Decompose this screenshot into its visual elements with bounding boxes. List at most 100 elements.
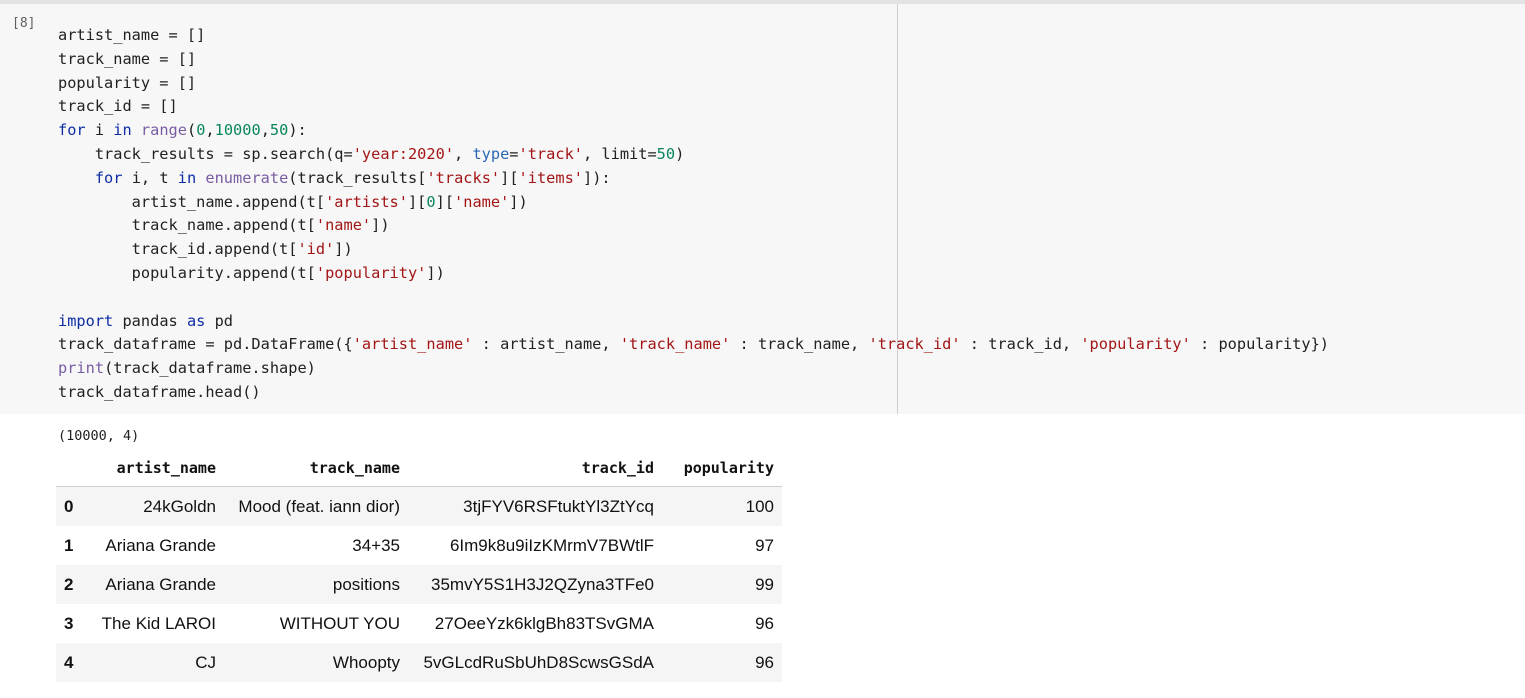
code-token: artist_name = [] xyxy=(58,26,206,44)
keyword-token: import xyxy=(58,311,114,330)
code-token: ) xyxy=(675,144,685,163)
code-token: track_dataframe = pd.DataFrame({ xyxy=(58,335,353,354)
code-token: ]) xyxy=(334,240,353,259)
code-line: track_name.append(t['name']) xyxy=(58,214,1329,238)
string-token: 'track_id' xyxy=(868,335,961,354)
table-row: 4 CJ Whoopty 5vGLcdRuSbUhD8ScwsGSdA 96 xyxy=(56,643,782,682)
cell-artist-name: Ariana Grande xyxy=(105,535,216,555)
keyword-token: for xyxy=(58,121,86,140)
code-line: popularity = [] xyxy=(58,72,1329,96)
code-token: ]) xyxy=(426,263,445,282)
code-token: ]): xyxy=(583,168,611,187)
code-token: popularity = [] xyxy=(58,73,197,92)
code-editor[interactable]: artist_name = [] track_name = [] popularit… xyxy=(58,24,1329,405)
cell-output: (10000, 4) artist_name track_name track_… xyxy=(0,414,1525,698)
code-token: ): xyxy=(288,121,307,140)
number-token: 50 xyxy=(269,121,289,140)
code-cell[interactable]: [8] artist_name = [] track_name = [] popul… xyxy=(0,4,1525,414)
code-token: , xyxy=(205,121,215,140)
code-line: track_id = [] xyxy=(58,95,1329,119)
code-line: import pandas as pd xyxy=(58,310,1329,334)
column-header-track-name: track_name xyxy=(224,450,408,487)
code-token: artist_name.append(t[ xyxy=(58,192,326,211)
column-header-artist-name: artist_name xyxy=(88,450,224,487)
row-index: 4 xyxy=(56,643,88,682)
table-row: 3 The Kid LAROI WITHOUT YOU 27OeeYzk6klg… xyxy=(56,604,782,643)
param-token: type xyxy=(472,144,510,163)
cell-popularity: 97 xyxy=(755,535,774,555)
string-token: 'tracks' xyxy=(426,168,501,187)
code-line: for i in range(0,10000,50): xyxy=(58,119,1329,143)
code-line: artist_name.append(t['artists'][0]['name… xyxy=(58,191,1329,215)
cell-track-name: Mood (feat. iann dior) xyxy=(224,486,408,526)
number-token: 0 xyxy=(426,192,436,211)
column-header-track-id: track_id xyxy=(408,450,662,487)
builtin-token: range xyxy=(140,121,187,140)
code-token: , xyxy=(454,144,473,163)
row-index: 3 xyxy=(64,613,74,633)
code-token: : artist_name, xyxy=(472,335,620,354)
cell-track-id: 3tjFYV6RSFtuktYl3ZtYcq xyxy=(408,486,662,526)
cell-artist-name: 24kGoldn xyxy=(88,486,224,526)
code-token: : popularity}) xyxy=(1190,335,1329,354)
cell-track-name: positions xyxy=(224,565,408,604)
string-token: 'year:2020' xyxy=(352,144,455,163)
code-token: track_dataframe.head() xyxy=(58,382,261,401)
code-line: track_name = [] xyxy=(58,48,1329,72)
code-token: , limit= xyxy=(582,144,657,163)
code-token: ]) xyxy=(371,216,390,235)
code-token: track_name.append(t[ xyxy=(58,216,316,235)
code-token: (track_dataframe.shape) xyxy=(104,359,316,378)
code-token: ][ xyxy=(500,168,519,187)
string-token: 'name' xyxy=(454,192,510,211)
keyword-token: in xyxy=(113,121,132,140)
row-index: 0 xyxy=(56,486,88,526)
number-token: 10000 xyxy=(214,121,261,140)
code-token: track_name = [] xyxy=(58,49,197,68)
code-token: pd xyxy=(205,311,234,330)
cell-track-name: WITHOUT YOU xyxy=(279,613,400,633)
cell-popularity: 99 xyxy=(662,565,782,604)
table-row: 1 Ariana Grande 34+35 6Im9k8u9iIzKMrmV7B… xyxy=(56,526,782,565)
dataframe-table: artist_name track_name track_id populari… xyxy=(56,450,782,682)
cell-track-id: 27OeeYzk6klgBh83TSvGMA xyxy=(434,613,654,633)
code-line: track_dataframe.head() xyxy=(58,381,1329,405)
code-token: track_results = sp.search(q= xyxy=(58,144,353,163)
code-line: track_id.append(t['id']) xyxy=(58,238,1329,262)
string-token: 'id' xyxy=(297,240,335,259)
code-token: ][ xyxy=(407,192,427,211)
cell-track-name: 34+35 xyxy=(352,535,400,555)
code-line: artist_name = [] xyxy=(58,24,1329,48)
code-token: ( xyxy=(186,121,197,140)
cell-track-name: Whoopty xyxy=(224,643,408,682)
execution-count: [8] xyxy=(12,16,36,31)
code-token: track_id.append(t[ xyxy=(58,240,298,259)
table-row: 2 Ariana Grande positions 35mvY5S1H3J2QZ… xyxy=(56,565,782,604)
index-header xyxy=(56,450,88,487)
shape-output: (10000, 4) xyxy=(58,428,140,444)
string-token: 'name' xyxy=(315,216,372,235)
code-line: for i, t in enumerate(track_results['tra… xyxy=(58,167,1329,191)
table-header-row: artist_name track_name track_id populari… xyxy=(56,450,782,487)
keyword-token: as xyxy=(186,311,206,330)
number-token: 50 xyxy=(656,144,676,163)
string-token: 'track' xyxy=(518,144,583,163)
code-line: print(track_dataframe.shape) xyxy=(58,357,1329,381)
builtin-token: print xyxy=(58,359,105,378)
string-token: 'popularity' xyxy=(315,263,427,282)
code-token: ]) xyxy=(509,192,528,211)
code-line: popularity.append(t['popularity']) xyxy=(58,262,1329,286)
cell-track-id: 35mvY5S1H3J2QZyna3TFe0 xyxy=(408,565,662,604)
code-token: popularity.append(t[ xyxy=(58,263,316,282)
cell-artist-name: The Kid LAROI xyxy=(101,613,216,633)
code-token: , xyxy=(260,121,270,140)
code-token: (track_results[ xyxy=(288,168,427,187)
code-token: = xyxy=(509,144,519,163)
code-token: track_id = [] xyxy=(58,97,178,116)
builtin-token: enumerate xyxy=(205,168,289,187)
code-token: : track_name, xyxy=(730,335,869,354)
cell-track-id: 6Im9k8u9iIzKMrmV7BWtlF xyxy=(449,535,654,555)
string-token: 'track_name' xyxy=(619,335,731,354)
